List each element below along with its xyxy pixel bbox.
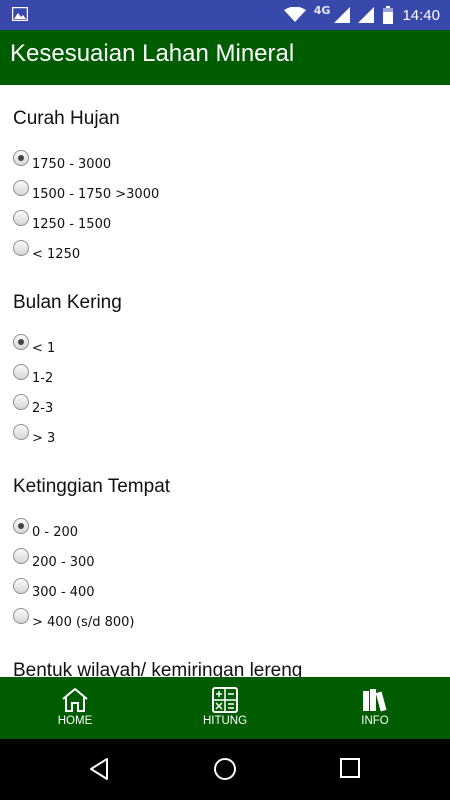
radio-option[interactable]: 200 - 300 (13, 548, 95, 573)
nav-home[interactable]: HOME (15, 677, 135, 739)
radio-option[interactable]: 1250 - 1500 (13, 210, 112, 235)
system-navigation-bar (0, 739, 450, 800)
nav-hitung[interactable]: HITUNG (165, 677, 285, 739)
home-circle-icon[interactable] (213, 757, 237, 781)
radio-label: 0 - 200 (32, 525, 79, 540)
home-icon (62, 688, 88, 712)
radio-button-checked[interactable] (13, 518, 29, 534)
clock: 14:40 (402, 6, 440, 24)
radio-button[interactable] (13, 180, 29, 196)
status-bar: 4G 14:40 (0, 0, 450, 30)
calculator-icon (212, 687, 238, 713)
radio-button[interactable] (13, 424, 29, 440)
nav-hitung-label: HITUNG (202, 715, 248, 727)
radio-option[interactable]: < 1 (13, 334, 56, 359)
radio-label: < 1 (32, 341, 56, 356)
radio-label: 200 - 300 (32, 555, 95, 570)
radio-button[interactable] (13, 394, 29, 410)
radio-label: > 400 (s/d 800) (32, 615, 135, 630)
radio-label: > 3 (32, 431, 56, 446)
radio-option[interactable]: 1-2 (13, 364, 54, 389)
radio-button[interactable] (13, 578, 29, 594)
radio-label: 1-2 (32, 371, 54, 386)
radio-option[interactable]: > 400 (s/d 800) (13, 608, 135, 633)
image-notification-icon (12, 7, 28, 21)
app-bar: Kesesuaian Lahan Mineral (0, 30, 450, 85)
radio-button[interactable] (13, 240, 29, 256)
radio-button-checked[interactable] (13, 334, 29, 350)
wifi-icon (283, 7, 306, 22)
signal-icon (358, 7, 375, 23)
section-title-bentuk-wilayah: Bentuk wilayah/ kemiringan lereng (13, 660, 303, 677)
bottom-navigation: HOME HITUNG INFO (0, 677, 450, 739)
battery-icon (383, 6, 394, 24)
radio-button-checked[interactable] (13, 150, 29, 166)
radio-option[interactable]: 1500 - 1750 >3000 (13, 180, 160, 205)
radio-label: 1250 - 1500 (32, 217, 112, 232)
radio-label: < 1250 (32, 247, 81, 262)
radio-option[interactable]: 300 - 400 (13, 578, 95, 603)
section-title-bulan-kering: Bulan Kering (13, 292, 122, 313)
network-type: 4G (313, 4, 331, 17)
radio-button[interactable] (13, 364, 29, 380)
signal-icon (334, 7, 351, 23)
radio-option[interactable]: < 1250 (13, 240, 81, 265)
radio-option[interactable]: 1750 - 3000 (13, 150, 112, 175)
radio-button[interactable] (13, 210, 29, 226)
radio-option[interactable]: > 3 (13, 424, 56, 449)
radio-label: 1750 - 3000 (32, 157, 112, 172)
radio-label: 300 - 400 (32, 585, 95, 600)
page-title: Kesesuaian Lahan Mineral (10, 40, 295, 67)
nav-info[interactable]: INFO (315, 677, 435, 739)
nav-info-label: INFO (361, 715, 389, 727)
radio-button[interactable] (13, 548, 29, 564)
section-title-curah-hujan: Curah Hujan (13, 108, 120, 129)
radio-option[interactable]: 0 - 200 (13, 518, 79, 543)
section-title-ketinggian-tempat: Ketinggian Tempat (13, 476, 171, 497)
radio-option[interactable]: 2-3 (13, 394, 54, 419)
back-icon[interactable] (88, 757, 110, 781)
radio-label: 1500 - 1750 >3000 (32, 187, 160, 202)
radio-button[interactable] (13, 608, 29, 624)
books-icon (363, 689, 387, 712)
form-content[interactable]: Curah Hujan 1750 - 3000 1500 - 1750 >300… (0, 85, 450, 677)
radio-label: 2-3 (32, 401, 54, 416)
recents-square-icon[interactable] (339, 757, 361, 779)
nav-home-label: HOME (57, 715, 93, 727)
